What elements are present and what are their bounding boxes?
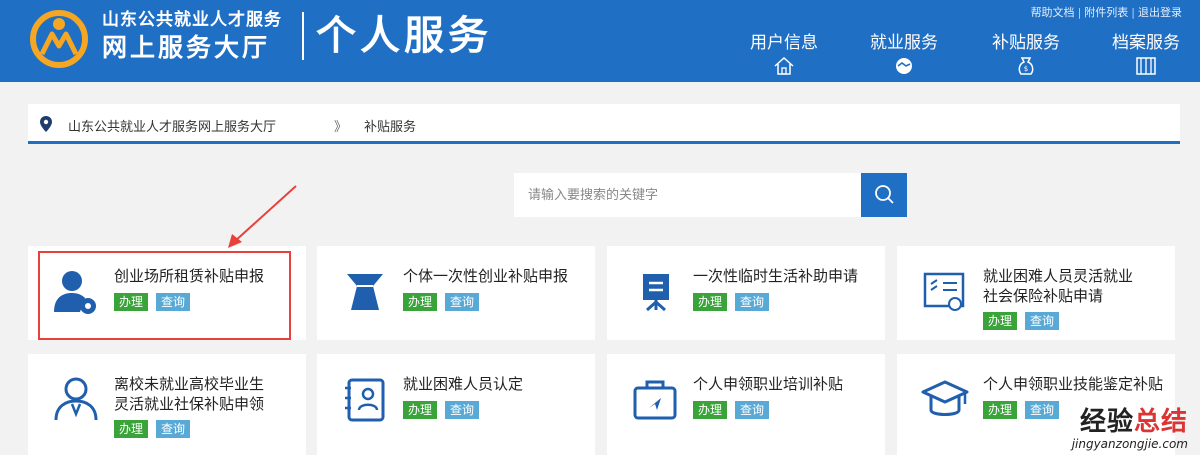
query-button[interactable]: 查询	[156, 293, 191, 311]
id-card-icon	[345, 378, 385, 422]
service-title-line2: 灵活就业社保补贴申领	[114, 395, 265, 413]
top-links: 帮助文档 | 附件列表 | 退出登录	[1031, 4, 1182, 20]
breadcrumb-current: 补贴服务	[364, 120, 417, 135]
service-card-graduate-insurance[interactable]: 离校未就业高校毕业生 灵活就业社保补贴申领 办理 查询	[28, 354, 306, 455]
nav-label: 档案服务	[1112, 33, 1180, 53]
search-input[interactable]	[514, 173, 861, 217]
org-name: 山东公共就业人才服务 网上服务大厅	[102, 8, 282, 64]
query-button[interactable]: 查询	[735, 293, 770, 311]
service-title: 就业困难人员灵活就业	[983, 267, 1134, 285]
header-divider	[302, 12, 304, 60]
service-title-line2: 社会保险补贴申请	[983, 287, 1104, 305]
handle-button[interactable]: 办理	[114, 293, 149, 311]
service-title: 创业场所租赁补贴申报	[114, 267, 265, 285]
handle-button[interactable]: 办理	[983, 312, 1018, 330]
org-name-line1: 山东公共就业人才服务	[102, 10, 282, 30]
watermark-url: jingyanzongjie.com	[1071, 437, 1188, 451]
service-actions: 办理 查询	[114, 420, 198, 439]
breadcrumb-home[interactable]: 山东公共就业人才服务网上服务大厅	[68, 116, 276, 135]
breadcrumb-separator: 》	[334, 120, 348, 135]
org-name-line2: 网上服务大厅	[102, 33, 271, 62]
handle-button[interactable]: 办理	[983, 401, 1018, 419]
logo-icon	[30, 10, 88, 68]
search-button[interactable]	[861, 173, 907, 217]
handle-button[interactable]: 办理	[403, 293, 438, 311]
graduate-user-icon	[54, 377, 98, 421]
service-title: 就业困难人员认定	[403, 375, 524, 393]
watermark: 经验总结 jingyanzongjie.com	[1072, 407, 1188, 451]
money-bag-icon: $	[1018, 57, 1034, 75]
handle-button[interactable]: 办理	[693, 293, 728, 311]
handle-button[interactable]: 办理	[114, 420, 149, 438]
service-card-flexible-insurance[interactable]: 就业困难人员灵活就业 社会保险补贴申请 办理 查询	[897, 246, 1175, 340]
mortarboard-icon	[921, 380, 969, 416]
handle-button[interactable]: 办理	[693, 401, 728, 419]
location-pin-icon	[40, 116, 52, 132]
service-actions: 办理 查询	[114, 293, 198, 312]
user-wrench-icon	[54, 271, 96, 314]
query-button[interactable]: 查询	[1025, 312, 1060, 330]
nav-archive[interactable]: 档案服务	[1096, 32, 1196, 76]
handshake-icon	[896, 58, 912, 74]
service-card-training-subsidy[interactable]: 个人申领职业培训补贴 办理 查询	[607, 354, 885, 455]
archive-icon	[1136, 57, 1156, 75]
nav-subsidy[interactable]: 补贴服务 $	[976, 32, 1076, 76]
annotation-arrow-icon	[228, 185, 297, 248]
attachments-link[interactable]: 附件列表	[1084, 6, 1128, 19]
link-separator: |	[1077, 6, 1082, 19]
service-card-temp-living-aid[interactable]: 一次性临时生活补助申请 办理 查询	[607, 246, 885, 340]
svg-text:$: $	[1024, 65, 1028, 73]
query-button[interactable]: 查询	[1025, 401, 1060, 419]
service-card-rent-subsidy[interactable]: 创业场所租赁补贴申报 办理 查询	[28, 246, 306, 340]
certificate-icon	[923, 272, 965, 311]
logout-link[interactable]: 退出登录	[1138, 6, 1182, 19]
service-actions: 办理 查询	[983, 401, 1067, 420]
watermark-text: 经验	[1079, 407, 1134, 437]
link-separator: |	[1131, 6, 1135, 19]
service-actions: 办理 查询	[403, 401, 487, 420]
service-actions: 办理 查询	[693, 401, 777, 420]
watermark-title: 经验总结	[1072, 407, 1188, 437]
main-nav: 用户信息 就业服务 补贴服务 $ 档案服务	[730, 32, 1200, 82]
money-bag-icon	[347, 274, 383, 310]
breadcrumb: 山东公共就业人才服务网上服务大厅 》 补贴服务	[28, 104, 1180, 144]
service-title: 离校未就业高校毕业生	[114, 375, 265, 393]
briefcase-icon	[633, 380, 677, 420]
service-title: 个人申领职业培训补贴	[693, 375, 844, 393]
service-actions: 办理 查询	[403, 293, 487, 312]
service-actions: 办理 查询	[693, 293, 777, 312]
nav-label: 补贴服务	[992, 33, 1060, 53]
service-title: 一次性临时生活补助申请	[693, 267, 859, 285]
handle-button[interactable]: 办理	[403, 401, 438, 419]
query-button[interactable]: 查询	[445, 293, 480, 311]
query-button[interactable]: 查询	[735, 401, 770, 419]
nav-label: 用户信息	[750, 33, 818, 53]
section-title: 个人服务	[316, 12, 492, 59]
watermark-text-red: 总结	[1133, 407, 1188, 437]
service-title: 个人申领职业技能鉴定补贴	[983, 375, 1164, 393]
service-card-hardship-certification[interactable]: 就业困难人员认定 办理 查询	[317, 354, 595, 455]
nav-label: 就业服务	[870, 33, 938, 53]
service-card-startup-subsidy[interactable]: 个体一次性创业补贴申报 办理 查询	[317, 246, 595, 340]
help-docs-link[interactable]: 帮助文档	[1031, 6, 1075, 19]
nav-user-info[interactable]: 用户信息	[734, 32, 834, 76]
query-button[interactable]: 查询	[445, 401, 480, 419]
query-button[interactable]: 查询	[156, 420, 191, 438]
service-actions: 办理 查询	[983, 312, 1067, 331]
service-title: 个体一次性创业补贴申报	[403, 267, 569, 285]
search-icon	[875, 184, 894, 204]
header: 山东公共就业人才服务 网上服务大厅 个人服务 帮助文档 | 附件列表 | 退出登录 用户…	[0, 0, 1200, 82]
easel-icon	[643, 274, 669, 312]
home-icon	[774, 56, 794, 75]
nav-employment[interactable]: 就业服务	[854, 32, 954, 76]
